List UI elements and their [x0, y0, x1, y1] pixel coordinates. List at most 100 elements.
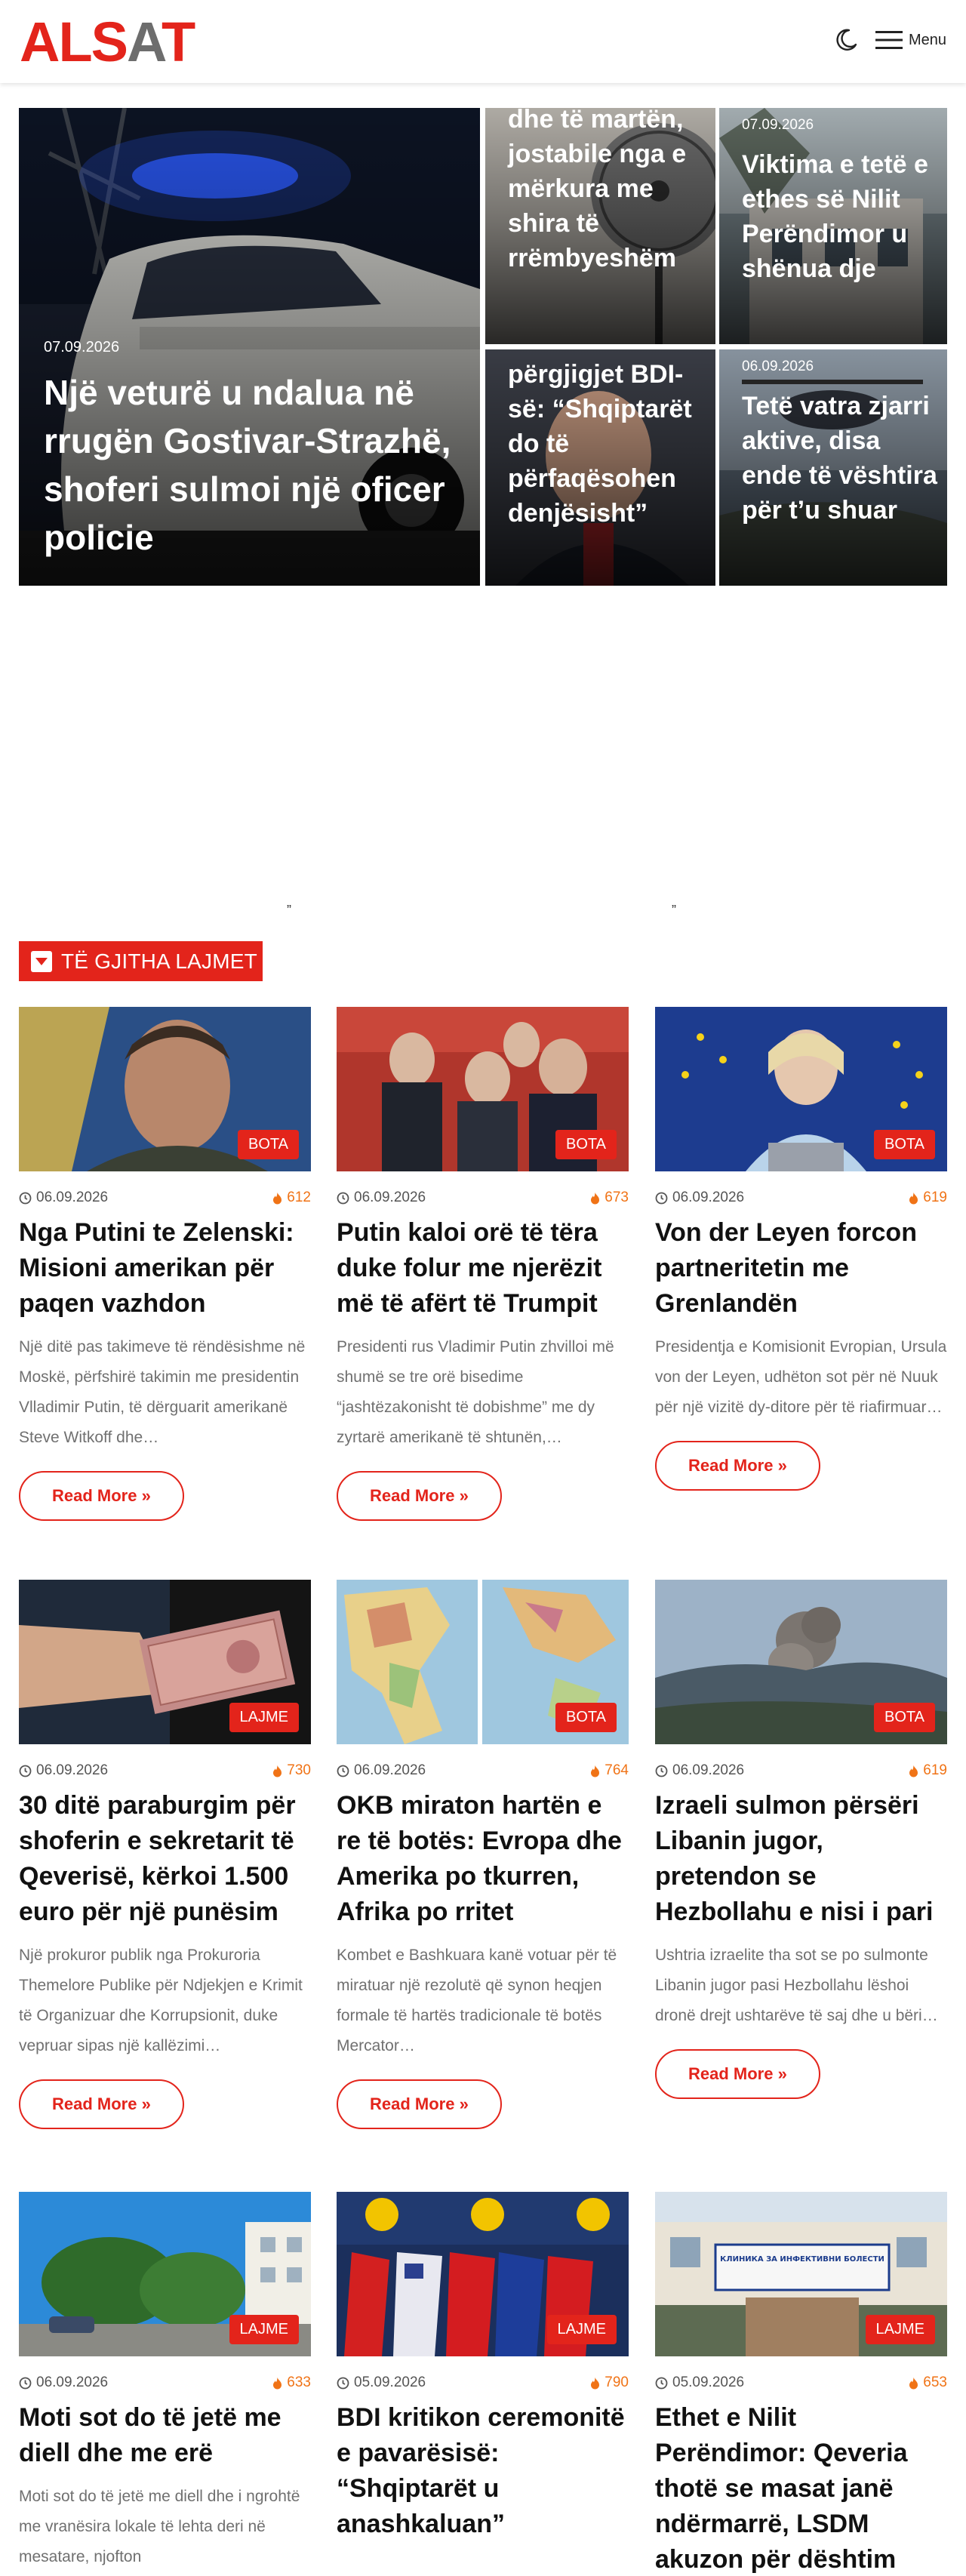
clock-icon — [655, 1765, 668, 1777]
article-meta: 06.09.2026 619 — [655, 1186, 947, 1209]
hero-main-date: 07.09.2026 — [44, 339, 120, 355]
category-badge[interactable]: LAJME — [229, 2315, 299, 2344]
article-meta: 06.09.2026 619 — [655, 1759, 947, 1782]
article-title[interactable]: 30 ditë paraburgim për shoferin e sekret… — [19, 1788, 311, 1930]
article-thumbnail[interactable]: LAJME — [19, 2192, 311, 2356]
category-badge[interactable]: LAJME — [229, 1703, 299, 1732]
fire-icon — [273, 2377, 282, 2389]
article-date: 05.09.2026 — [337, 2374, 426, 2391]
category-badge[interactable]: LAJME — [865, 2315, 935, 2344]
hero-side-date: 06.09.2026 — [742, 359, 814, 374]
hero-side-title[interactable]: dhe të martën, jostabile nga e mërkura m… — [508, 108, 704, 275]
category-badge[interactable]: BOTA — [238, 1130, 299, 1159]
article-views: 790 — [589, 2374, 629, 2391]
hero-side-title[interactable]: Tetë vatra zjarri aktive, disa ende të v… — [742, 389, 938, 528]
article-views: 612 — [271, 1190, 311, 1206]
hero-side-article-4[interactable]: 06.09.2026 Tetë vatra zjarri aktive, dis… — [719, 349, 947, 586]
read-more-button[interactable]: Read More » — [655, 2049, 820, 2099]
menu-button[interactable]: Menu — [875, 29, 946, 51]
article-title[interactable]: Putin kaloi orë të tëra duke folur me nj… — [337, 1215, 629, 1322]
quote-mark: ” — [672, 903, 676, 918]
article-meta: 06.09.2026 764 — [337, 1759, 629, 1782]
article-title[interactable]: BDI kritikon ceremonitë e pavarësisë: “S… — [337, 2400, 629, 2542]
article-excerpt: Presidenti rus Vladimir Putin zhvilloi m… — [337, 1338, 614, 1446]
hero-main-title[interactable]: Një veturë u ndalua në rrugën Gostivar-S… — [44, 368, 466, 562]
fire-icon — [273, 1765, 282, 1777]
article-card: BOTA 06.09.2026 612 Nga Putini te Zelens… — [19, 1007, 311, 1521]
fire-icon — [909, 1192, 918, 1204]
hero-side-date: 07.09.2026 — [742, 117, 814, 133]
caret-down-icon — [31, 950, 52, 972]
article-thumbnail[interactable]: BOTA — [337, 1007, 629, 1171]
article-meta: 06.09.2026 673 — [337, 1186, 629, 1209]
site-logo[interactable]: ALSAT — [20, 11, 195, 73]
article-date: 06.09.2026 — [19, 1190, 108, 1206]
clock-icon — [655, 1192, 668, 1204]
article-thumbnail[interactable]: КЛИНИКА ЗА ИНФЕКТИВНИ БОЛЕСТИ LAJME — [655, 2192, 947, 2356]
article-thumbnail[interactable]: BOTA — [19, 1007, 311, 1171]
read-more-button[interactable]: Read More » — [337, 1471, 502, 1521]
hero-side-title[interactable]: Viktima e tetë e ethes së Nilit Perëndim… — [742, 147, 938, 286]
category-badge[interactable]: BOTA — [874, 1130, 935, 1159]
hero-grid: 07.09.2026 Një veturë u ndalua në rrugën… — [19, 108, 947, 586]
read-more-button[interactable]: Read More » — [337, 2079, 502, 2129]
article-title[interactable]: Ethet e Nilit Perëndimor: Qeveria thotë … — [655, 2400, 947, 2576]
clinic-sign-text: КЛИНИКА ЗА ИНФЕКТИВНИ БОЛЕСТИ — [720, 2255, 884, 2264]
article-excerpt: Një ditë pas takimeve të rëndësishme në … — [19, 1338, 306, 1446]
article-title[interactable]: Von der Leyen forcon partneritetin me Gr… — [655, 1215, 947, 1322]
article-date: 06.09.2026 — [19, 1762, 108, 1779]
category-badge[interactable]: BOTA — [555, 1703, 617, 1732]
hamburger-icon — [875, 31, 903, 49]
hero-side-article-3[interactable]: përgjigjet BDI-së: “Shqiptarët do të për… — [485, 349, 715, 586]
article-date: 05.09.2026 — [655, 2374, 744, 2391]
article-excerpt: Ushtria izraelite tha sot se po sulmonte… — [655, 1947, 938, 2024]
article-title[interactable]: Nga Putini te Zelenski: Misioni amerikan… — [19, 1215, 311, 1322]
article-card: BOTA 06.09.2026 619 Von der Leyen forcon… — [655, 1007, 947, 1491]
fire-icon — [273, 1192, 282, 1204]
fire-icon — [909, 1765, 918, 1777]
article-card: LAJME 06.09.2026 730 30 ditë paraburgim … — [19, 1580, 311, 2129]
article-thumbnail[interactable]: LAJME — [337, 2192, 629, 2356]
category-badge[interactable]: BOTA — [874, 1703, 935, 1732]
article-card: BOTA 06.09.2026 673 Putin kaloi orë të t… — [337, 1007, 629, 1521]
fire-icon — [909, 2377, 918, 2389]
article-card: LAJME 06.09.2026 633 Moti sot do të jetë… — [19, 2192, 311, 2572]
article-meta: 06.09.2026 730 — [19, 1759, 311, 1782]
clock-icon — [337, 1192, 349, 1204]
article-title[interactable]: Izraeli sulmon përsëri Libanin jugor, pr… — [655, 1788, 947, 1930]
logo-wordmark: ALSAT — [20, 11, 195, 73]
article-title[interactable]: OKB miraton hartën e re të botës: Evropa… — [337, 1788, 629, 1930]
quote-mark: ” — [287, 903, 291, 918]
article-title[interactable]: Moti sot do të jetë me diell dhe me erë — [19, 2400, 311, 2471]
header-tools: Menu — [833, 27, 946, 53]
article-date: 06.09.2026 — [655, 1762, 744, 1779]
category-badge[interactable]: LAJME — [546, 2315, 617, 2344]
hero-side-article-1[interactable]: dhe të martën, jostabile nga e mërkura m… — [485, 108, 715, 344]
article-thumbnail[interactable]: BOTA — [655, 1007, 947, 1171]
clock-icon — [337, 2377, 349, 2389]
article-date: 06.09.2026 — [655, 1190, 744, 1206]
article-thumbnail[interactable]: LAJME — [19, 1580, 311, 1744]
article-thumbnail[interactable]: BOTA — [655, 1580, 947, 1744]
article-date: 06.09.2026 — [19, 2374, 108, 2391]
article-meta: 05.09.2026 653 — [655, 2371, 947, 2394]
hero-side-article-2[interactable]: 07.09.2026 Viktima e tetë e ethes së Nil… — [719, 108, 947, 344]
category-badge[interactable]: BOTA — [555, 1130, 617, 1159]
hero-main-article[interactable]: 07.09.2026 Një veturë u ndalua në rrugën… — [19, 108, 480, 586]
article-meta: 05.09.2026 790 — [337, 2371, 629, 2394]
clock-icon — [19, 2377, 32, 2389]
article-card: КЛИНИКА ЗА ИНФЕКТИВНИ БОЛЕСТИ LAJME 05.0… — [655, 2192, 947, 2576]
article-thumbnail[interactable]: BOTA — [337, 1580, 629, 1744]
article-views: 619 — [907, 1190, 947, 1206]
article-card: LAJME 05.09.2026 790 BDI kritikon ceremo… — [337, 2192, 629, 2542]
read-more-button[interactable]: Read More » — [19, 2079, 184, 2129]
read-more-button[interactable]: Read More » — [655, 1441, 820, 1491]
read-more-button[interactable]: Read More » — [19, 1471, 184, 1521]
article-views: 673 — [589, 1190, 629, 1206]
article-excerpt: Moti sot do të jetë me diell dhe i ngroh… — [19, 2488, 300, 2565]
hero-side-title[interactable]: përgjigjet BDI-së: “Shqiptarët do të për… — [508, 357, 704, 531]
moon-icon[interactable] — [833, 27, 859, 53]
article-card: BOTA 06.09.2026 619 Izraeli sulmon përsë… — [655, 1580, 947, 2099]
site-header: ALSAT Menu — [0, 0, 966, 83]
article-date: 06.09.2026 — [337, 1190, 426, 1206]
